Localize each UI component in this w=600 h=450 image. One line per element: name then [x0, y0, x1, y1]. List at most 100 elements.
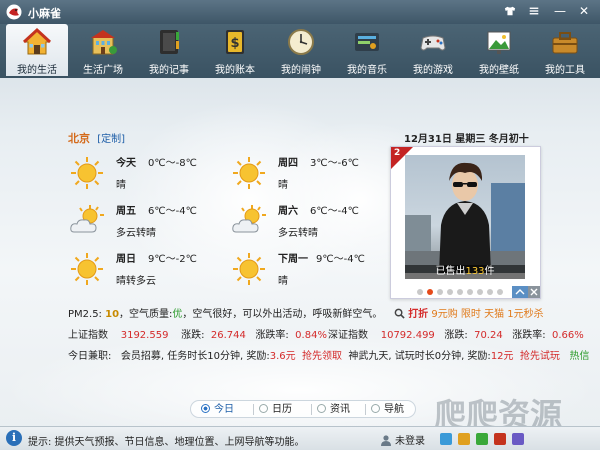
tab-navigation[interactable]: 导航: [371, 402, 404, 417]
radio-icon: [201, 404, 210, 413]
tab-news[interactable]: 资讯: [317, 402, 350, 417]
ad-sold-count: 133: [465, 266, 485, 277]
tool-my-alarm[interactable]: 我的闹钟: [270, 24, 332, 76]
search-hot-keyword[interactable]: 打折: [408, 309, 428, 320]
parttime-task2: 神武九天, 试玩时长0分钟, 奖励:: [348, 351, 491, 362]
ad-carousel-dot[interactable]: [417, 289, 423, 295]
weather-desc: 晴: [278, 276, 288, 287]
tray-app-icon[interactable]: [476, 433, 488, 445]
ad-carousel-dot[interactable]: [487, 289, 493, 295]
customize-city-link[interactable]: [定制]: [97, 134, 125, 145]
partly-cloudy-icon: [232, 205, 266, 233]
ad-carousel-dot[interactable]: [497, 289, 503, 295]
pm25-label: PM2.5:: [68, 309, 102, 320]
ad-model-photo: [405, 162, 525, 273]
weather-desc: 晴: [116, 180, 126, 191]
tray-app-icon[interactable]: [440, 433, 452, 445]
ad-sold-prefix: 已售出: [435, 266, 466, 277]
weather-day: 周五 6℃～-4℃ 多云转晴: [70, 200, 240, 244]
tool-my-games[interactable]: 我的游戏: [402, 24, 464, 76]
ad-card[interactable]: 2 已售出133件: [390, 146, 541, 299]
weather-day: 周日 9℃～-2℃ 晴转多云: [70, 248, 240, 292]
title-bar[interactable]: 小麻雀 — ✕: [0, 0, 600, 24]
stock-shenzhen[interactable]: 深证指数 10792.499 涨跌: 70.24 涨跌率: 0.66%: [328, 326, 584, 341]
parttime-reward2: 12元: [490, 351, 514, 362]
tab-label: 日历: [272, 404, 292, 415]
parttime-label: 今日兼职:: [68, 351, 112, 362]
sparrow-logo-icon: [6, 4, 22, 20]
sunny-icon: [71, 157, 103, 189]
app-window: 小麻雀 — ✕ 我的生活 生活广场 我的记事 $ 我的账本 我的闹钟 我的音乐 …: [0, 0, 600, 450]
tool-my-life[interactable]: 我的生活: [6, 24, 68, 76]
ad-carousel-dots: [417, 287, 507, 298]
tab-label: 今日: [214, 404, 234, 415]
radio-icon: [259, 404, 268, 413]
try-now-link[interactable]: 抢先试玩: [520, 351, 560, 362]
ad-carousel-dot[interactable]: [457, 289, 463, 295]
tray-app-icon[interactable]: [512, 433, 524, 445]
weather-day-name: 今天: [116, 158, 136, 169]
tool-label: 我的生活: [17, 65, 57, 76]
tab-calendar[interactable]: 日历: [259, 402, 292, 417]
stock-rate: 0.84%: [295, 330, 327, 341]
ad-carousel-dot[interactable]: [467, 289, 473, 295]
tray-app-icon[interactable]: [458, 433, 470, 445]
ad-carousel-dot[interactable]: [427, 289, 433, 295]
weather-day-name: 周五: [116, 206, 136, 217]
wallpaper-icon: [487, 31, 511, 54]
login-button[interactable]: 未登录: [380, 432, 425, 447]
partly-cloudy-icon: [70, 205, 104, 233]
stock-change-label: 涨跌:: [444, 330, 468, 341]
toolbox-icon: [552, 32, 578, 54]
shirt-icon[interactable]: [500, 2, 520, 20]
stock-change: 70.24: [474, 330, 503, 341]
parttime-task1: 会员招募, 任务时长10分钟, 奖励:: [120, 351, 270, 362]
ad-sold-banner: 已售出133件: [405, 265, 525, 279]
tab-today[interactable]: 今日: [201, 402, 234, 417]
ad-image[interactable]: [405, 155, 525, 273]
ad-carousel-dot[interactable]: [447, 289, 453, 295]
pm25-quality: 优: [172, 309, 183, 320]
menu-icon[interactable]: [524, 2, 544, 20]
search-icon[interactable]: [394, 308, 405, 319]
ad-expand-icon[interactable]: [512, 286, 528, 298]
building-icon: [91, 30, 117, 55]
tool-my-music[interactable]: 我的音乐: [336, 24, 398, 76]
tool-label: 我的游戏: [413, 65, 453, 76]
status-tip: 提示: 提供天气预报、节日信息、地理位置、上网导航等功能。: [28, 437, 305, 448]
sunny-icon: [233, 157, 265, 189]
weather-desc: 晴转多云: [116, 276, 156, 287]
tray-app-icon[interactable]: [494, 433, 506, 445]
tab-label: 资讯: [330, 404, 350, 415]
tab-label: 导航: [384, 404, 404, 415]
tool-my-tools[interactable]: 我的工具: [534, 24, 596, 76]
tool-label: 我的壁纸: [479, 65, 519, 76]
pm25-value: 10: [105, 309, 120, 320]
tool-my-ledger[interactable]: $ 我的账本: [204, 24, 266, 76]
pm25-quality-label: ，空气质量:: [119, 309, 173, 320]
stock-rate: 0.66%: [552, 330, 584, 341]
radio-icon: [371, 404, 380, 413]
weather-day: 周四 3℃～-6℃ 晴: [232, 152, 402, 196]
weather-temp: 3℃～-6℃: [310, 158, 359, 169]
stock-shanghai[interactable]: 上证指数 3192.559 涨跌: 26.744 涨跌率: 0.84%: [68, 326, 327, 341]
minimize-button[interactable]: —: [550, 2, 570, 20]
sunny-icon: [71, 253, 103, 285]
tab-separator: [365, 404, 366, 415]
claim-now-link[interactable]: 抢先领取: [302, 351, 342, 362]
stock-name: 深证指数: [328, 330, 368, 341]
weather-desc: 多云转晴: [278, 228, 318, 239]
tool-label: 我的记事: [149, 65, 189, 76]
weather-temp: 9℃～-4℃: [316, 254, 365, 265]
ad-carousel-dot[interactable]: [477, 289, 483, 295]
notebook-icon: [160, 30, 179, 54]
weather-temp: 6℃～-4℃: [310, 206, 359, 217]
tool-my-wallpaper[interactable]: 我的壁纸: [468, 24, 530, 76]
search-row: 打折 9元购 限时 天猫 1元秒杀: [394, 305, 544, 320]
tool-life-square[interactable]: 生活广场: [72, 24, 134, 76]
search-promo-links[interactable]: 9元购 限时 天猫 1元秒杀: [431, 309, 543, 320]
close-button[interactable]: ✕: [574, 2, 594, 20]
ad-carousel-dot[interactable]: [437, 289, 443, 295]
hot-letter-link[interactable]: 热信: [569, 351, 589, 362]
tool-my-notes[interactable]: 我的记事: [138, 24, 200, 76]
